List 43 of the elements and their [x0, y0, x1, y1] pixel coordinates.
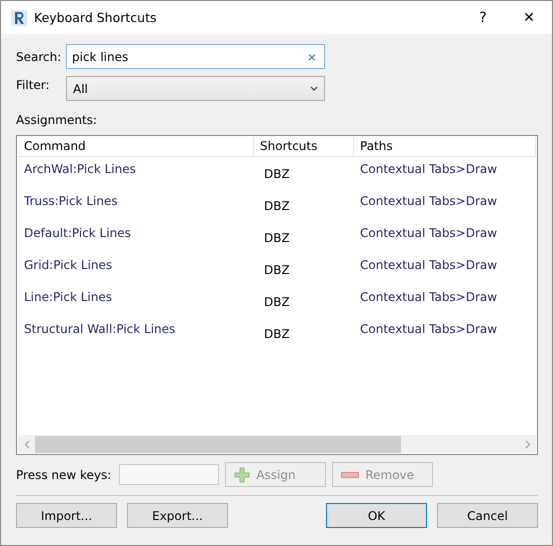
- window-title: Keyboard Shortcuts: [34, 10, 158, 25]
- dialog-button[interactable]: Cancel: [437, 503, 538, 528]
- column-header[interactable]: Shortcuts: [254, 137, 354, 156]
- column-header[interactable]: Paths: [354, 137, 536, 156]
- command-cell[interactable]: ArchWal:Pick Lines: [18, 157, 254, 189]
- close-button[interactable]: ✕: [506, 1, 552, 34]
- minus-icon: [341, 470, 360, 478]
- clear-button[interactable]: ×: [308, 48, 316, 64]
- command-cell[interactable]: Default:Pick Lines: [18, 221, 254, 253]
- dialog-button[interactable]: Export...: [127, 503, 228, 528]
- dialog-button[interactable]: OK: [326, 503, 427, 528]
- shortcut-cell[interactable]: DBZ: [254, 285, 354, 317]
- shortcut-cell[interactable]: DBZ: [254, 221, 354, 253]
- command-cell[interactable]: Grid:Pick Lines: [18, 253, 254, 285]
- command-cell[interactable]: Truss:Pick Lines: [18, 189, 254, 221]
- path-cell[interactable]: Contextual Tabs>Draw: [354, 253, 536, 285]
- help-button[interactable]: ?: [460, 1, 506, 34]
- column-header[interactable]: Command: [18, 137, 254, 156]
- shortcut-cell[interactable]: DBZ: [254, 157, 354, 189]
- path-cell[interactable]: Contextual Tabs>Draw: [354, 189, 536, 221]
- plus-icon: [234, 466, 250, 482]
- filter-label: Filter:: [16, 78, 51, 92]
- path-cell[interactable]: Contextual Tabs>Draw: [354, 317, 536, 349]
- command-cell[interactable]: Line:Pick Lines: [18, 285, 254, 317]
- dialog-button[interactable]: Import...: [16, 503, 117, 528]
- path-cell[interactable]: Contextual Tabs>Draw: [354, 157, 536, 189]
- shortcut-cell[interactable]: DBZ: [254, 253, 354, 285]
- path-cell[interactable]: Contextual Tabs>Draw: [354, 285, 536, 317]
- search-label: Search:: [16, 50, 62, 64]
- scroll-left-icon[interactable]: [24, 440, 30, 448]
- new-keys-label: Press new keys:: [16, 468, 112, 482]
- app-logo-icon: [11, 10, 27, 26]
- scroll-right-icon[interactable]: [524, 440, 530, 448]
- chevron-down-icon: [310, 86, 318, 91]
- shortcut-cell[interactable]: DBZ: [254, 317, 354, 349]
- filter-dropdown[interactable]: All: [66, 76, 325, 101]
- path-cell[interactable]: Contextual Tabs>Draw: [354, 221, 536, 253]
- search-field[interactable]: pick lines ×: [66, 44, 325, 69]
- command-cell[interactable]: Structural Wall:Pick Lines: [18, 317, 254, 349]
- assignments-label: Assignments:: [16, 113, 97, 127]
- shortcut-cell[interactable]: DBZ: [254, 189, 354, 221]
- scrollbar-thumb[interactable]: [35, 436, 401, 452]
- new-keys-field[interactable]: [119, 464, 220, 485]
